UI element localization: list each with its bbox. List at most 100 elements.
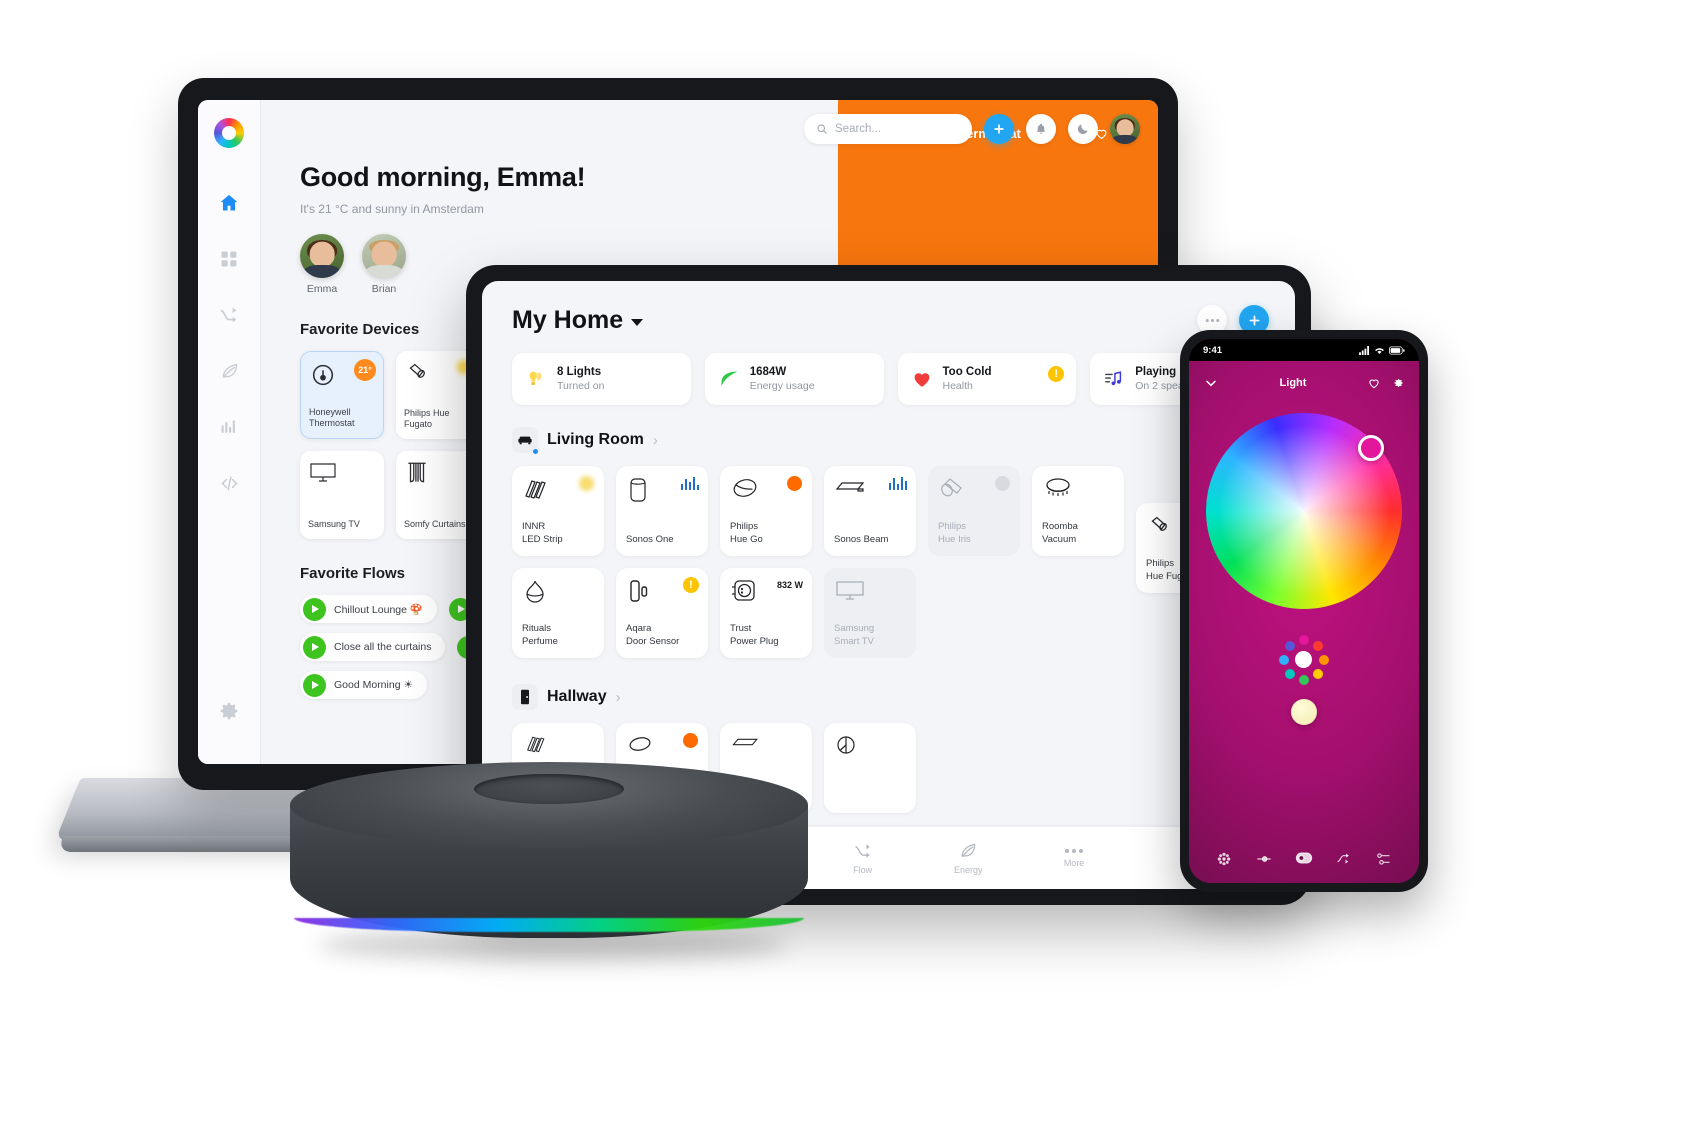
code-icon [220, 476, 238, 490]
toggle-icon[interactable] [1295, 851, 1313, 865]
chevron-down-icon[interactable] [1203, 375, 1219, 391]
room-header-hallway[interactable]: Hallway › [482, 658, 1295, 710]
add-button[interactable] [984, 114, 1014, 144]
device-tile-sonos-beam[interactable]: Sonos Beam [824, 466, 916, 556]
color-wheel[interactable] [1206, 413, 1402, 609]
play-icon[interactable] [303, 673, 326, 697]
sidebar-item-developer[interactable] [208, 462, 250, 504]
play-icon[interactable] [303, 635, 326, 659]
device-tile-sonos-one[interactable]: Sonos One [616, 466, 708, 556]
swatch-selected[interactable] [1295, 651, 1312, 668]
flow-label: Good Morning ☀ [334, 679, 413, 691]
heart-icon[interactable] [1367, 376, 1381, 390]
flow-item[interactable]: Good Morning ☀ [300, 671, 427, 699]
motion-icon [834, 733, 906, 762]
night-mode-button[interactable] [1068, 114, 1098, 144]
ellipsis-icon [1205, 318, 1219, 322]
swatch[interactable] [1285, 669, 1295, 679]
tablet-header: My Home [482, 281, 1295, 335]
household-member[interactable]: Emma [300, 234, 344, 295]
device-tile-trust-power-plug[interactable]: 832 W Trust Power Plug [720, 568, 812, 658]
device-tile-roomba-vacuum[interactable]: Roomba Vacuum [1032, 466, 1124, 556]
status-dot [787, 476, 802, 491]
swatch[interactable] [1313, 641, 1323, 651]
swatch[interactable] [1299, 675, 1309, 685]
equalizer-icon [888, 476, 907, 490]
device-label: Trust Power Plug [730, 623, 779, 647]
tv-icon [834, 578, 906, 607]
flow-item[interactable]: Close all the curtains [300, 633, 446, 661]
sidebar-item-insights[interactable] [208, 406, 250, 448]
user-avatar[interactable] [1110, 114, 1140, 144]
product-lineup-scene: Search... Good morning, Emma! It's 21 °C… [0, 0, 1700, 1133]
nav-label: More [1063, 858, 1085, 868]
sidebar-item-settings[interactable] [208, 690, 250, 732]
color-wheel-handle[interactable] [1358, 435, 1384, 461]
status-badge: 21° [354, 359, 376, 381]
current-color-swatch[interactable] [1291, 699, 1317, 725]
sidebar-item-devices[interactable] [208, 238, 250, 280]
room-header-living-room[interactable]: Living Room › [482, 405, 1295, 455]
sliders-icon[interactable] [1375, 851, 1392, 867]
member-name: Brian [371, 283, 397, 295]
swatch[interactable] [1285, 641, 1295, 651]
laptop-topbar: Search... [260, 114, 1158, 144]
device-card-thermostat[interactable]: 21° Honeywell Thermostat [300, 351, 384, 439]
status-card-energy[interactable]: 1684W Energy usage [704, 353, 884, 405]
device-label: Roomba Vacuum [1042, 521, 1078, 545]
avatar [300, 234, 344, 278]
soundbar-icon [730, 733, 802, 756]
device-label: Philips Hue Go [730, 521, 763, 545]
play-icon[interactable] [303, 597, 326, 621]
sidebar-item-flows[interactable] [208, 294, 250, 336]
bars-icon [221, 420, 235, 433]
hub-touch-area[interactable] [474, 774, 624, 804]
sofa-icon [512, 427, 539, 455]
dimmer-icon[interactable] [1255, 851, 1273, 867]
palette-icon[interactable] [1216, 851, 1232, 867]
swatch[interactable] [1299, 635, 1309, 645]
status-card-lights[interactable]: 8 Lights Turned on [512, 353, 691, 405]
status-cards: 8 Lights Turned on 1684W Energy usage To… [482, 335, 1295, 405]
status-value: 8 Lights [557, 366, 602, 378]
sidebar-item-energy[interactable] [208, 350, 250, 392]
swatch[interactable] [1319, 655, 1329, 665]
device-tile-philips-hue-go[interactable]: Philips Hue Go [720, 466, 812, 556]
nav-item-energy[interactable]: Energy [954, 841, 983, 875]
moon-icon [1077, 124, 1088, 135]
gear-icon[interactable] [1391, 376, 1405, 390]
nav-item-more[interactable]: More [1063, 848, 1085, 868]
room-name: Living Room [547, 431, 644, 448]
preset-swatches[interactable] [1279, 635, 1329, 685]
flow-icon [854, 844, 870, 858]
nav-item-flow[interactable]: Flow [853, 841, 873, 875]
device-label: Sonos One [626, 533, 674, 545]
status-card-health[interactable]: Too Cold Health ! [897, 353, 1077, 405]
device-tile-samsung-smart-tv[interactable]: Samsung Smart TV [824, 568, 916, 658]
home-selector[interactable]: My Home [512, 306, 644, 335]
device-tile-philips-hue-iris[interactable]: Philips Hue Iris [928, 466, 1020, 556]
device-tile-hallway-4[interactable] [824, 723, 916, 813]
sidebar-item-home[interactable] [208, 182, 250, 224]
device-tile-aqara-door-sensor[interactable]: ! Aqara Door Sensor [616, 568, 708, 658]
search-input[interactable]: Search... [804, 114, 972, 144]
plus-icon [994, 124, 1004, 134]
status-dot [683, 733, 698, 748]
avatar [362, 234, 406, 278]
ellipsis-icon [1065, 849, 1084, 853]
device-label: Philips Hue Iris [938, 521, 971, 545]
flow-icon[interactable] [1335, 851, 1352, 867]
flow-item[interactable]: Chillout Lounge 🍄 [300, 595, 437, 623]
device-tile-innr-led-strip[interactable]: INNR LED Strip [512, 466, 604, 556]
notifications-button[interactable] [1026, 114, 1056, 144]
swatch[interactable] [1313, 669, 1323, 679]
warning-badge: ! [683, 577, 699, 593]
chevron-down-icon [631, 319, 644, 326]
device-card-samsung-tv[interactable]: Samsung TV [300, 451, 384, 539]
device-tile-rituals-perfume[interactable]: Rituals Perfume [512, 568, 604, 658]
ledstrip-icon [522, 733, 594, 760]
household-member[interactable]: Brian [362, 234, 406, 295]
status-dot [579, 476, 594, 491]
swatch[interactable] [1279, 655, 1289, 665]
homey-logo-icon[interactable] [214, 118, 244, 148]
